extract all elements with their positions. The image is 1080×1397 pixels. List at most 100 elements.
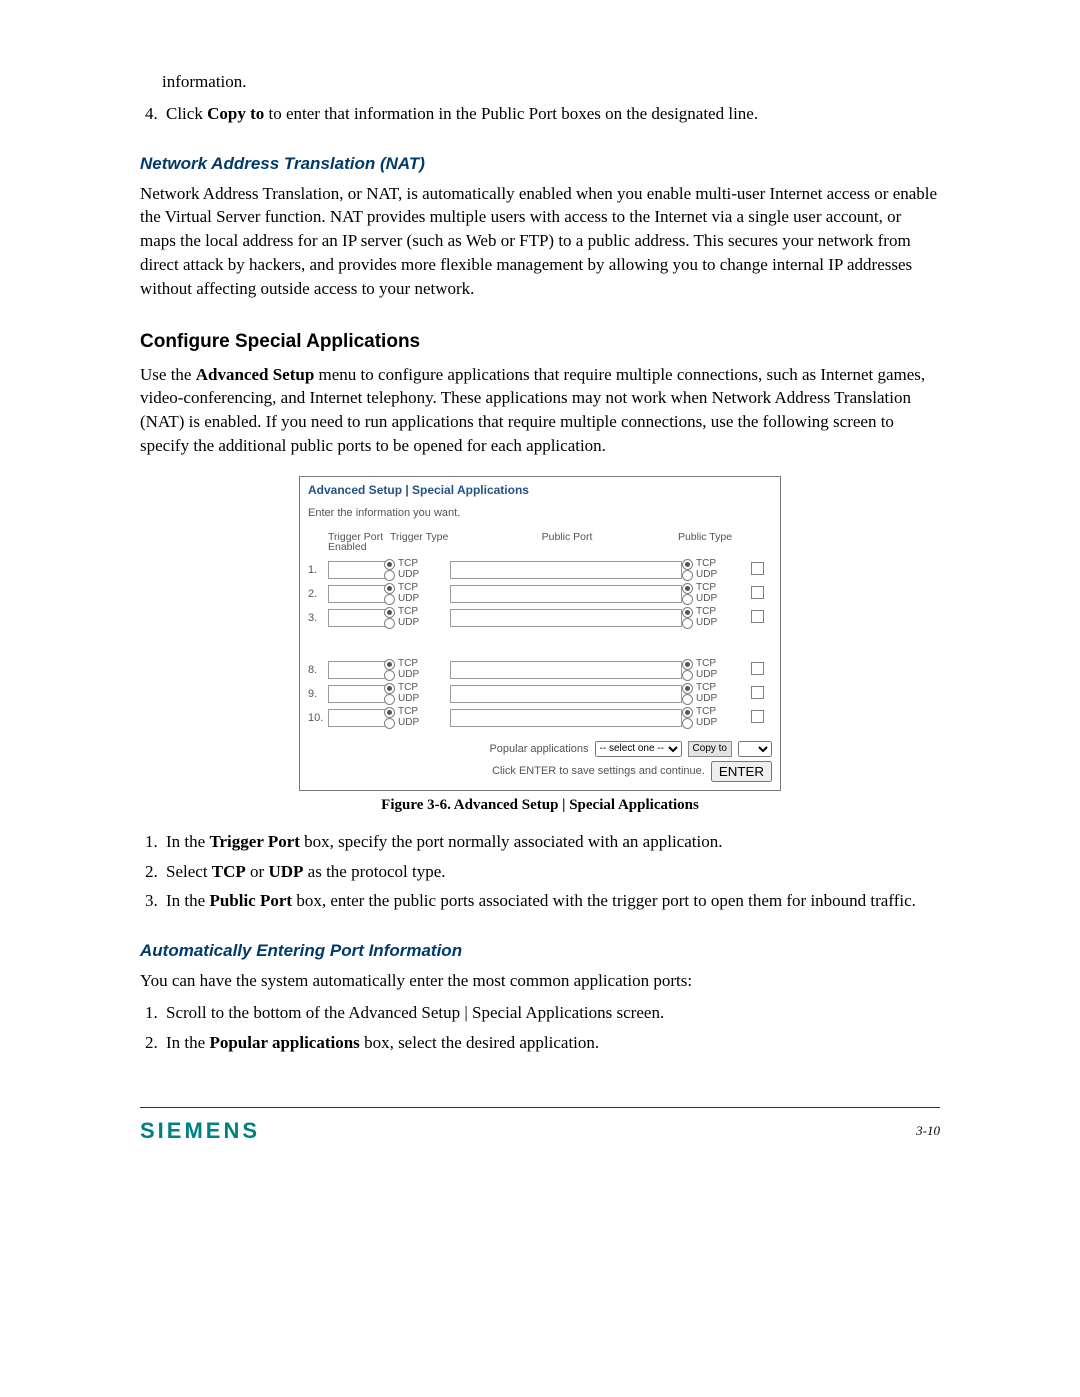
radio-tcp-label: TCP bbox=[696, 583, 716, 593]
radio-tcp[interactable] bbox=[682, 559, 693, 570]
radio-udp[interactable] bbox=[682, 570, 693, 581]
enter-button[interactable]: ENTER bbox=[711, 761, 772, 782]
radio-tcp-label: TCP bbox=[398, 659, 418, 669]
csa-strong: Advanced Setup bbox=[196, 365, 315, 384]
table-row: 2.TCPUDPTCPUDP bbox=[308, 583, 772, 605]
auto-steps-list: Scroll to the bottom of the Advanced Set… bbox=[162, 1001, 940, 1055]
embedded-screenshot: Advanced Setup | Special Applications En… bbox=[299, 476, 781, 791]
popular-applications-line: Popular applications -- select one -- Co… bbox=[308, 741, 772, 757]
table-row: 3.TCPUDPTCPUDP bbox=[308, 607, 772, 629]
public-port-input[interactable] bbox=[450, 685, 682, 703]
table-row: 8. TCPUDP TCPUDP bbox=[308, 659, 772, 681]
trigger-port-input[interactable] bbox=[328, 709, 390, 727]
radio-udp[interactable] bbox=[384, 670, 395, 681]
auto-step-2: In the Popular applications box, select … bbox=[162, 1031, 940, 1055]
radio-tcp-label: TCP bbox=[696, 659, 716, 669]
embed-blurb: Enter the information you want. bbox=[308, 507, 772, 519]
enabled-checkbox[interactable] bbox=[751, 662, 764, 675]
as2-strong: Popular applications bbox=[209, 1033, 359, 1052]
csa-pre: Use the bbox=[140, 365, 196, 384]
footer-rule bbox=[140, 1107, 940, 1108]
nat-heading: Network Address Translation (NAT) bbox=[140, 154, 940, 174]
radio-udp[interactable] bbox=[384, 594, 395, 605]
csa-paragraph: Use the Advanced Setup menu to configure… bbox=[140, 363, 940, 458]
main-steps-list: In the Trigger Port box, specify the por… bbox=[162, 830, 940, 913]
trigger-type-group: TCPUDP bbox=[384, 559, 444, 581]
radio-tcp[interactable] bbox=[384, 583, 395, 594]
public-type-group: TCPUDP bbox=[682, 707, 742, 729]
trigger-type-group: TCPUDP bbox=[384, 683, 444, 705]
radio-tcp[interactable] bbox=[682, 707, 693, 718]
popular-applications-select[interactable]: -- select one -- bbox=[595, 741, 682, 757]
li4-strong: Copy to bbox=[207, 104, 264, 123]
radio-udp[interactable] bbox=[682, 594, 693, 605]
radio-udp[interactable] bbox=[384, 694, 395, 705]
radio-tcp[interactable] bbox=[682, 683, 693, 694]
enabled-checkbox[interactable] bbox=[751, 562, 764, 575]
radio-tcp[interactable] bbox=[682, 659, 693, 670]
radio-udp-label: UDP bbox=[398, 718, 419, 728]
trigger-port-input[interactable] bbox=[328, 661, 390, 679]
trigger-port-input[interactable] bbox=[328, 685, 390, 703]
radio-tcp[interactable] bbox=[384, 683, 395, 694]
row-number: 8. bbox=[308, 664, 328, 676]
enabled-checkbox[interactable] bbox=[751, 710, 764, 723]
auto-step-1: Scroll to the bottom of the Advanced Set… bbox=[162, 1001, 940, 1025]
radio-udp[interactable] bbox=[384, 618, 395, 629]
public-port-input[interactable] bbox=[450, 609, 682, 627]
radio-udp-label: UDP bbox=[696, 718, 717, 728]
li4-pre: Click bbox=[166, 104, 207, 123]
public-type-group: TCPUDP bbox=[682, 607, 742, 629]
row-number: 10. bbox=[308, 712, 328, 724]
s1-post: box, specify the port normally associate… bbox=[300, 832, 723, 851]
radio-tcp[interactable] bbox=[384, 707, 395, 718]
trigger-type-group: TCPUDP bbox=[384, 659, 444, 681]
s2-strong2: UDP bbox=[268, 862, 303, 881]
li4-post: to enter that information in the Public … bbox=[264, 104, 758, 123]
public-type-group: TCPUDP bbox=[682, 659, 742, 681]
row-number: 2. bbox=[308, 588, 328, 600]
hdr-trigger-type: Trigger Type bbox=[390, 531, 460, 543]
trigger-port-input[interactable] bbox=[328, 609, 390, 627]
enabled-checkbox[interactable] bbox=[751, 686, 764, 699]
radio-udp-label: UDP bbox=[398, 694, 419, 704]
radio-tcp[interactable] bbox=[384, 559, 395, 570]
radio-tcp[interactable] bbox=[682, 583, 693, 594]
enabled-checkbox[interactable] bbox=[751, 586, 764, 599]
radio-udp[interactable] bbox=[384, 718, 395, 729]
step-3: In the Public Port box, enter the public… bbox=[162, 889, 940, 913]
row-number: 9. bbox=[308, 688, 328, 700]
s3-strong: Public Port bbox=[209, 891, 292, 910]
public-port-input[interactable] bbox=[450, 561, 682, 579]
radio-tcp[interactable] bbox=[384, 607, 395, 618]
hdr-public-port: Public Port bbox=[460, 531, 674, 543]
radio-tcp[interactable] bbox=[682, 607, 693, 618]
trigger-port-input[interactable] bbox=[328, 561, 390, 579]
radio-udp[interactable] bbox=[682, 694, 693, 705]
copy-to-line-select[interactable] bbox=[738, 741, 772, 757]
s2-mid: or bbox=[246, 862, 269, 881]
copy-to-button[interactable]: Copy to bbox=[688, 741, 732, 757]
radio-tcp[interactable] bbox=[384, 659, 395, 670]
row-number: 1. bbox=[308, 564, 328, 576]
table-row: 1.TCPUDPTCPUDP bbox=[308, 559, 772, 581]
radio-udp[interactable] bbox=[384, 570, 395, 581]
s2-post: as the protocol type. bbox=[303, 862, 445, 881]
trigger-type-group: TCPUDP bbox=[384, 607, 444, 629]
auto-heading: Automatically Entering Port Information bbox=[140, 941, 940, 961]
public-port-input[interactable] bbox=[450, 709, 682, 727]
csa-heading: Configure Special Applications bbox=[140, 331, 940, 353]
as2-pre: In the bbox=[166, 1033, 209, 1052]
s1-strong: Trigger Port bbox=[209, 832, 299, 851]
trigger-port-input[interactable] bbox=[328, 585, 390, 603]
enabled-checkbox[interactable] bbox=[751, 610, 764, 623]
radio-udp-label: UDP bbox=[696, 594, 717, 604]
radio-tcp-label: TCP bbox=[696, 707, 716, 717]
public-port-input[interactable] bbox=[450, 661, 682, 679]
public-port-input[interactable] bbox=[450, 585, 682, 603]
radio-udp[interactable] bbox=[682, 718, 693, 729]
step-2: Select TCP or UDP as the protocol type. bbox=[162, 860, 940, 884]
save-instruction: Click ENTER to save settings and continu… bbox=[492, 765, 705, 777]
radio-udp[interactable] bbox=[682, 670, 693, 681]
radio-udp[interactable] bbox=[682, 618, 693, 629]
